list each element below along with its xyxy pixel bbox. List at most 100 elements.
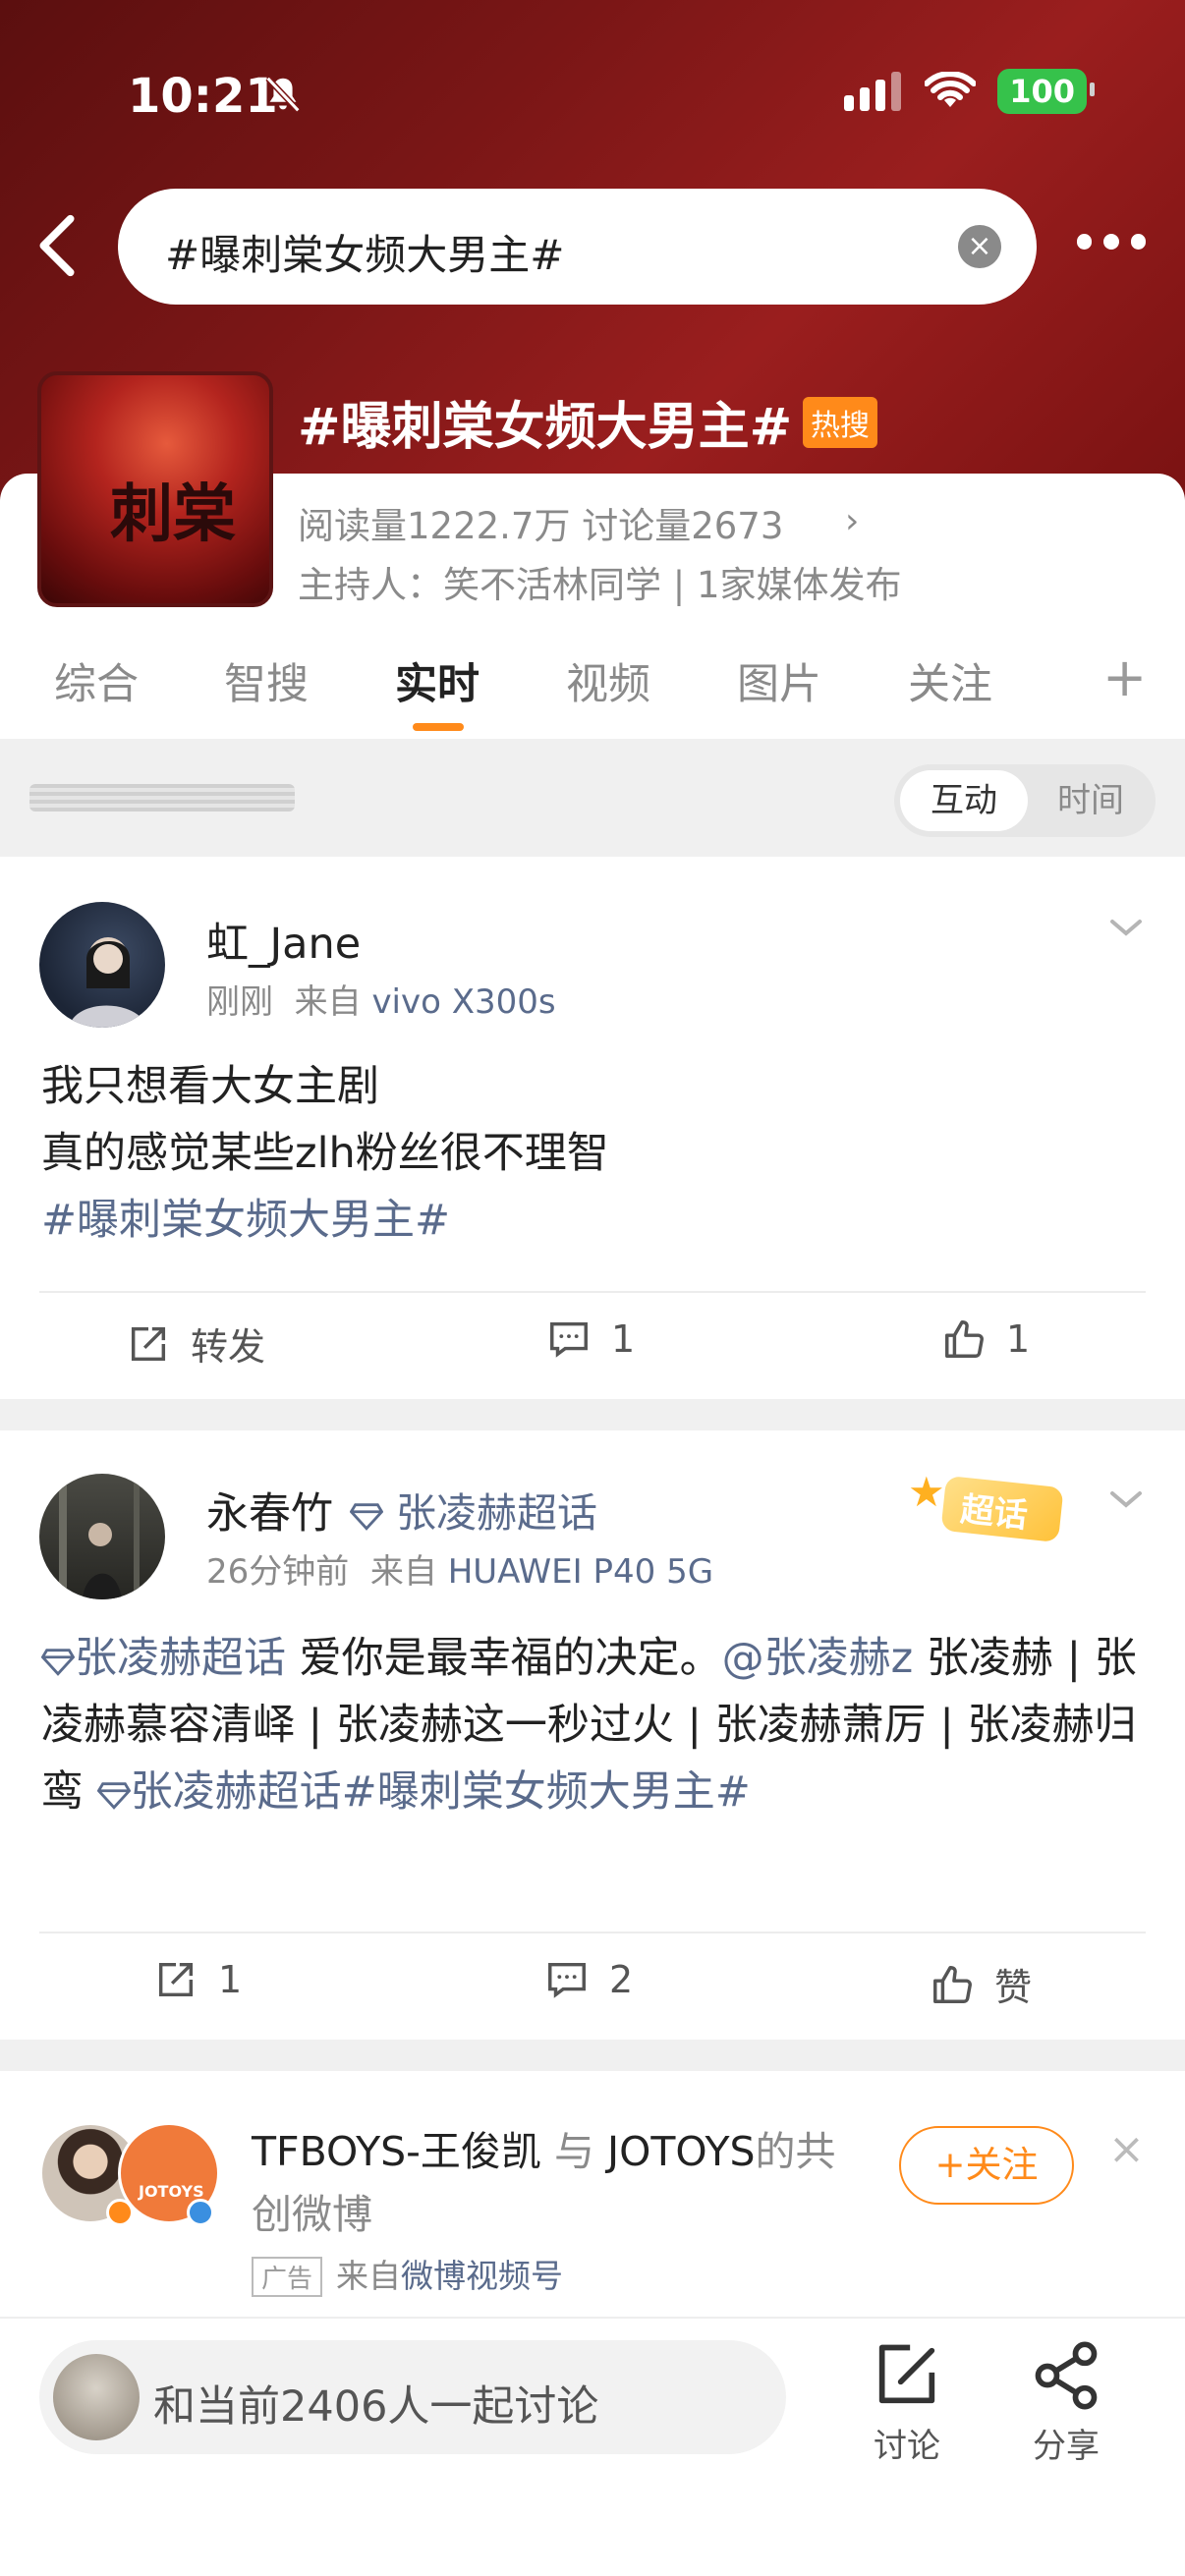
like-button[interactable]: 赞 bbox=[930, 1957, 1032, 2011]
post-meta: 刚刚 来自 vivo X300s bbox=[206, 982, 556, 1022]
discuss-input[interactable]: 和当前2406人一起讨论 bbox=[39, 2340, 786, 2454]
diamond-icon bbox=[40, 1648, 76, 1676]
active-tab-indicator bbox=[413, 723, 464, 731]
post-card: 虹_Jane 刚刚 来自 vivo X300s 我只想看大女主剧 真的感觉某些z… bbox=[0, 857, 1185, 1399]
post-separator bbox=[0, 1399, 1185, 1430]
post-source[interactable]: vivo X300s bbox=[371, 982, 555, 1022]
avatar[interactable] bbox=[39, 1474, 165, 1599]
ad-source[interactable]: 微博视频号 bbox=[401, 2257, 563, 2295]
sort-option-time[interactable]: 时间 bbox=[1030, 770, 1152, 831]
follow-button[interactable]: +关注 bbox=[899, 2126, 1074, 2205]
post-card: 永春竹 张凌赫超话 超话 ★ 26分钟前 来自 HUAWEI P40 5G 张凌… bbox=[0, 1430, 1185, 2040]
ad-title[interactable]: TFBOYS-王俊凯 与 JOTOYS的共创微博 bbox=[252, 2120, 861, 2246]
repost-label: 转发 bbox=[191, 1325, 266, 1369]
avatar-portrait bbox=[69, 937, 147, 1028]
topic-cover-image[interactable]: 刺棠 bbox=[37, 371, 273, 607]
post-hashtag-link[interactable]: #曝刺棠女频大男主# bbox=[41, 1187, 1152, 1254]
diamond-icon bbox=[96, 1781, 132, 1810]
divider bbox=[39, 1291, 1146, 1293]
tab-comprehensive[interactable]: 综合 bbox=[54, 650, 139, 711]
chevron-down-icon[interactable] bbox=[1106, 1480, 1146, 1519]
battery-indicator: 100 bbox=[997, 69, 1095, 114]
tab-realtime[interactable]: 实时 bbox=[395, 650, 480, 711]
sort-toggle[interactable]: 互动 时间 bbox=[894, 764, 1156, 837]
ad-meta: 广告 来自微博视频号 bbox=[252, 2250, 563, 2297]
comment-icon bbox=[550, 1321, 588, 1358]
chevron-down-icon[interactable] bbox=[1106, 908, 1146, 947]
clear-icon[interactable]: × bbox=[958, 225, 1001, 268]
status-bar: 10:21 100 bbox=[0, 0, 1185, 187]
repost-button[interactable]: 1 bbox=[153, 1957, 242, 2002]
tab-following[interactable]: 关注 bbox=[908, 650, 992, 711]
status-indicators: 100 bbox=[844, 69, 1095, 114]
like-button[interactable]: 1 bbox=[941, 1316, 1030, 1362]
back-arrow-icon[interactable] bbox=[28, 211, 86, 280]
signal-icon bbox=[844, 72, 902, 111]
jotoys-logo-text: JOTOYS bbox=[139, 2182, 204, 2201]
repost-button[interactable]: 转发 bbox=[126, 1316, 265, 1371]
tab-smart-search[interactable]: 智搜 bbox=[224, 650, 309, 711]
ad-badge: 广告 bbox=[252, 2257, 323, 2297]
post-text: 爱你是最幸福的决定。 bbox=[286, 1634, 722, 1683]
super-badge-text: 超话 bbox=[958, 1489, 1030, 1537]
verified-icon bbox=[106, 2199, 134, 2226]
share-icon bbox=[1035, 2341, 1098, 2410]
comment-button[interactable]: 2 bbox=[544, 1957, 633, 2002]
search-input[interactable]: #曝刺棠女频大男主# × bbox=[118, 189, 1037, 305]
repost-count: 1 bbox=[218, 1958, 243, 2001]
like-count: 1 bbox=[1006, 1317, 1031, 1361]
mention-link[interactable]: @张凌赫z bbox=[722, 1634, 914, 1683]
filter-bar: 互动 时间 bbox=[0, 739, 1185, 857]
tab-pictures[interactable]: 图片 bbox=[737, 650, 821, 711]
super-topic-link[interactable]: 张凌赫超话 bbox=[349, 1480, 597, 1539]
discuss-placeholder[interactable]: 和当前2406人一起讨论 bbox=[153, 2373, 598, 2434]
avatar[interactable] bbox=[39, 902, 165, 1028]
super-topic-inline-link[interactable]: 张凌赫超话 bbox=[40, 1634, 286, 1683]
topic-title: #曝刺棠女频大男主# bbox=[298, 398, 793, 457]
topic-stats[interactable]: 阅读量1222.7万 讨论量2673 bbox=[298, 496, 783, 549]
verified-icon bbox=[187, 2199, 214, 2226]
like-label: 赞 bbox=[994, 1966, 1033, 2009]
wifi-icon bbox=[925, 72, 977, 107]
post-username[interactable]: 永春竹 bbox=[206, 1480, 333, 1540]
blurred-filter-text bbox=[29, 784, 295, 812]
post-source[interactable]: HUAWEI P40 5G bbox=[448, 1552, 713, 1592]
comment-button[interactable]: 1 bbox=[546, 1316, 635, 1362]
share-button[interactable]: 分享 bbox=[1012, 2338, 1120, 2467]
repost-icon bbox=[131, 1326, 166, 1361]
post-content: 张凌赫超话 爱你是最幸福的决定。@张凌赫z 张凌赫 | 张凌赫慕容清峄 | 张凌… bbox=[40, 1625, 1152, 1825]
post-username[interactable]: 虹_Jane bbox=[206, 910, 361, 971]
avatar-portrait bbox=[59, 1474, 140, 1599]
comment-count: 2 bbox=[609, 1958, 634, 2001]
tab-bar: 综合 智搜 实时 视频 图片 关注 + bbox=[0, 639, 1185, 737]
post-meta: 26分钟前 来自 HUAWEI P40 5G bbox=[206, 1552, 714, 1592]
cover-title: 刺棠 bbox=[110, 477, 236, 551]
discuss-button[interactable]: 讨论 bbox=[853, 2338, 961, 2467]
divider bbox=[39, 1932, 1146, 1933]
status-time: 10:21 bbox=[128, 69, 278, 124]
ad-avatars[interactable]: JOTOYS bbox=[39, 2122, 220, 2230]
comment-icon bbox=[548, 1962, 586, 1998]
more-icon[interactable] bbox=[1077, 234, 1146, 257]
search-query[interactable]: #曝刺棠女频大男主# bbox=[165, 222, 564, 282]
share-label: 分享 bbox=[1033, 2427, 1100, 2466]
repost-icon bbox=[158, 1962, 194, 1997]
sort-option-interaction[interactable]: 互动 bbox=[900, 770, 1028, 831]
topic-host[interactable]: 主持人：笑不活林同学 | 1家媒体发布 bbox=[298, 555, 902, 608]
diamond-icon bbox=[349, 1503, 384, 1531]
add-tab-icon[interactable]: + bbox=[1102, 646, 1147, 708]
star-icon: ★ bbox=[908, 1468, 945, 1516]
close-icon[interactable]: × bbox=[1108, 2124, 1145, 2174]
post-content: 我只想看大女主剧 真的感觉某些zlh粉丝很不理智 #曝刺棠女频大男主# bbox=[41, 1053, 1152, 1254]
comment-count: 1 bbox=[611, 1317, 636, 1361]
thumbs-up-icon bbox=[933, 1965, 972, 2003]
post-separator bbox=[0, 2040, 1185, 2071]
post-hashtag-link[interactable]: #曝刺棠女频大男主# bbox=[342, 1767, 751, 1817]
chevron-right-icon[interactable]: › bbox=[845, 501, 859, 541]
bottom-bar: 和当前2406人一起讨论 讨论 分享 bbox=[0, 2317, 1185, 2576]
hot-search-badge: 热搜 bbox=[803, 397, 877, 448]
tab-video[interactable]: 视频 bbox=[566, 650, 650, 711]
compose-icon bbox=[878, 2344, 935, 2404]
super-topic-inline-link[interactable]: 张凌赫超话 bbox=[96, 1767, 342, 1817]
avatar bbox=[53, 2354, 140, 2440]
